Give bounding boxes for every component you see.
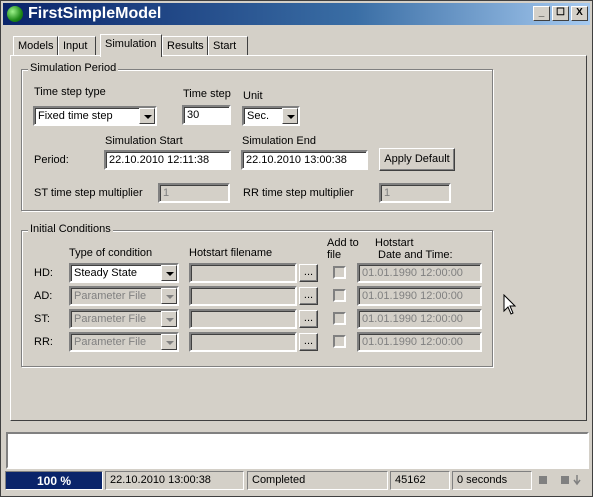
simulation-start-input[interactable]: 22.10.2010 12:11:38 [104,150,231,170]
simulation-start-label: Simulation Start [105,135,183,147]
chevron-down-icon[interactable] [161,265,177,281]
app-icon [7,6,23,22]
unit-value: Sec. [247,110,270,122]
chevron-down-icon[interactable] [161,311,177,327]
hotstart-filename-header: Hotstart filename [189,247,273,259]
type-of-condition-header: Type of condition [69,247,153,259]
time-step-type-label: Time step type [34,86,106,98]
row-label-rr: RR: [34,336,53,348]
progress-text: 100 % [36,474,72,488]
record-icon[interactable] [561,476,569,484]
add-to-file-checkbox-hd[interactable] [333,266,346,279]
hotstart-date-input-hd[interactable]: 01.01.1990 12:00:00 [357,263,482,283]
chevron-down-icon[interactable] [161,288,177,304]
hotstart-date-input-rr[interactable]: 01.01.1990 12:00:00 [357,332,482,352]
tab-models[interactable]: Models [13,36,58,56]
status-duration: 0 seconds [452,471,532,490]
status-time: 22.10.2010 13:00:38 [105,471,244,490]
condition-type-value: Parameter File [74,313,147,325]
maximize-button[interactable]: ☐ [552,6,569,21]
stop-icon[interactable] [539,476,547,484]
browse-button-rr[interactable]: ... [299,333,318,351]
chevron-down-icon[interactable] [139,108,155,124]
chevron-down-icon[interactable] [161,334,177,350]
hotstart-date-line2: Date and Time: [378,249,453,261]
unit-label: Unit [243,90,263,102]
rr-multiplier-input[interactable]: 1 [379,183,451,203]
mouse-pointer-icon [503,294,517,315]
browse-button-st[interactable]: ... [299,310,318,328]
group-title: Initial Conditions [28,223,113,235]
chevron-down-icon[interactable] [282,108,298,124]
time-step-type-select[interactable]: Fixed time step [33,106,157,126]
condition-type-select-st[interactable]: Parameter File [69,309,179,329]
apply-default-button[interactable]: Apply Default [379,148,455,171]
add-to-file-line2: file [327,249,342,261]
time-step-label: Time step [183,88,231,100]
add-to-file-checkbox-rr[interactable] [333,335,346,348]
hotstart-date-header: Hotstart Date and Time: [375,237,453,261]
status-state: Completed [247,471,388,490]
tab-start[interactable]: Start [208,36,248,56]
status-count: 45162 [390,471,450,490]
simulation-end-label: Simulation End [242,135,316,147]
browse-button-ad[interactable]: ... [299,287,318,305]
browse-button-hd[interactable]: ... [299,264,318,282]
condition-type-select-rr[interactable]: Parameter File [69,332,179,352]
simulation-end-input[interactable]: 22.10.2010 13:00:38 [241,150,368,170]
add-to-file-line1: Add to [327,237,359,249]
hotstart-date-input-ad[interactable]: 01.01.1990 12:00:00 [357,286,482,306]
title-bar[interactable]: FirstSimpleModel _ ☐ X [3,3,590,25]
st-multiplier-label: ST time step multiplier [34,187,143,199]
tab-simulation[interactable]: Simulation [100,34,162,57]
condition-type-select-hd[interactable]: Steady State [69,263,179,283]
tab-input[interactable]: Input [58,36,96,56]
condition-type-value: Steady State [74,267,137,279]
progress-bar: 100 % [5,471,103,490]
hotstart-date-input-st[interactable]: 01.01.1990 12:00:00 [357,309,482,329]
period-label: Period: [34,154,69,166]
time-step-input[interactable]: 30 [182,105,231,125]
row-label-ad: AD: [34,290,53,302]
condition-type-value: Parameter File [74,290,147,302]
time-step-type-value: Fixed time step [38,110,113,122]
condition-type-select-ad[interactable]: Parameter File [69,286,179,306]
hotstart-filename-input-st[interactable] [189,309,297,329]
add-to-file-checkbox-ad[interactable] [333,289,346,302]
hotstart-filename-input-ad[interactable] [189,286,297,306]
tab-results[interactable]: Results [162,36,208,56]
close-button[interactable]: X [571,6,588,21]
add-to-file-checkbox-st[interactable] [333,312,346,325]
message-log[interactable] [6,432,589,469]
window-title: FirstSimpleModel [28,5,162,22]
hotstart-date-line1: Hotstart [375,237,414,249]
rr-multiplier-label: RR time step multiplier [243,187,354,199]
condition-type-value: Parameter File [74,336,147,348]
hotstart-filename-input-hd[interactable] [189,263,297,283]
row-label-st: ST: [34,313,50,325]
unit-select[interactable]: Sec. [242,106,300,126]
minimize-button[interactable]: _ [533,6,550,21]
arrow-down-icon[interactable] [572,474,582,486]
st-multiplier-input[interactable]: 1 [158,183,230,203]
row-label-hd: HD: [34,267,53,279]
hotstart-filename-input-rr[interactable] [189,332,297,352]
group-title: Simulation Period [28,62,119,74]
main-window: FirstSimpleModel _ ☐ X Models Input Simu… [0,0,593,497]
add-to-file-header: Add to file [327,237,359,261]
